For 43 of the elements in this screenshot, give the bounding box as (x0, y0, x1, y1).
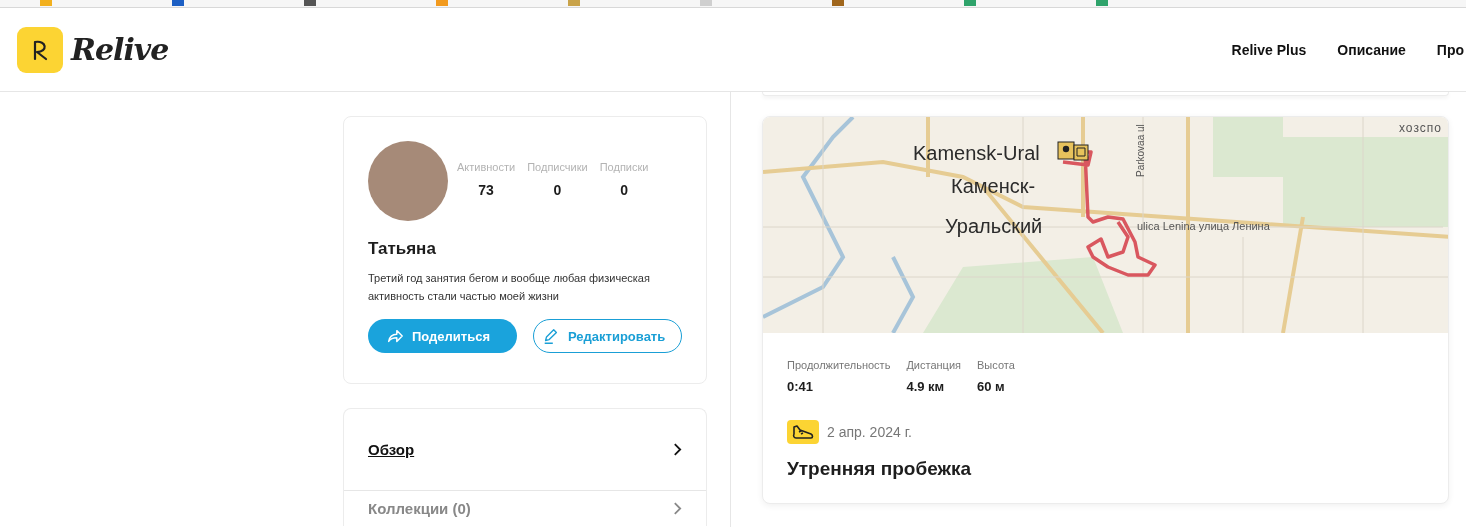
bookmark-icon[interactable] (832, 0, 844, 6)
logo-icon[interactable] (17, 26, 63, 73)
bookmark-icon[interactable] (700, 0, 712, 6)
stat-value: 4.9 км (906, 379, 946, 394)
chevron-right-icon (673, 501, 682, 516)
share-icon (386, 327, 404, 345)
bookmark-icon[interactable] (1096, 0, 1108, 6)
chevron-right-icon (673, 442, 682, 457)
stat-label: Подписки (599, 161, 649, 173)
stat-label: Дистанция (906, 359, 961, 371)
bookmark-icon[interactable] (304, 0, 316, 6)
bookmark-icon[interactable] (40, 0, 52, 6)
activity-title: Утренняя пробежка (787, 458, 972, 480)
stat-label: Высота (977, 359, 1015, 371)
nav-link[interactable]: Relive Plus (1231, 41, 1307, 58)
nav-link[interactable]: Про (1436, 41, 1464, 58)
bookmark-icon[interactable] (436, 0, 448, 6)
nav-link[interactable]: Описание (1337, 41, 1406, 58)
shoe-icon (787, 420, 819, 444)
menu-item[interactable]: Коллекции (0) (344, 491, 706, 526)
bookmark-icon[interactable] (172, 0, 184, 6)
stat-value: 60 м (977, 379, 1006, 394)
profile-name: Татьяна (368, 239, 437, 259)
stat-value: 0:41 (787, 379, 815, 394)
map-label: Каменск- (951, 175, 1036, 198)
bookmark-icon[interactable] (568, 0, 580, 6)
activity-date: 2 апр. 2024 г. (827, 424, 912, 440)
map-label: Kamensk-Ural (913, 142, 1040, 165)
stat-value: 0 (553, 182, 562, 198)
stat-label: Продолжительность (787, 359, 891, 371)
map-label: Уральский (945, 215, 1043, 238)
stat-value: 73 (478, 182, 494, 198)
map-label: хозспо (1399, 121, 1442, 135)
stat-label: Подписчики (527, 161, 588, 173)
map-label: ulica Lenina улица Ленина (1137, 220, 1270, 232)
bookmark-icon[interactable] (964, 0, 976, 6)
menu-item[interactable]: Обзор (344, 409, 706, 491)
logo-wordmark[interactable]: Relive (71, 32, 169, 67)
stat-label: Активности (457, 161, 516, 173)
pencil-icon (542, 327, 560, 345)
stat-value: 0 (620, 182, 628, 198)
profile-bio: Третий год занятия бегом и вообще любая физическая активность стали частью моей жизни (368, 271, 651, 304)
map-label: Parkovaa ul (1135, 124, 1146, 177)
